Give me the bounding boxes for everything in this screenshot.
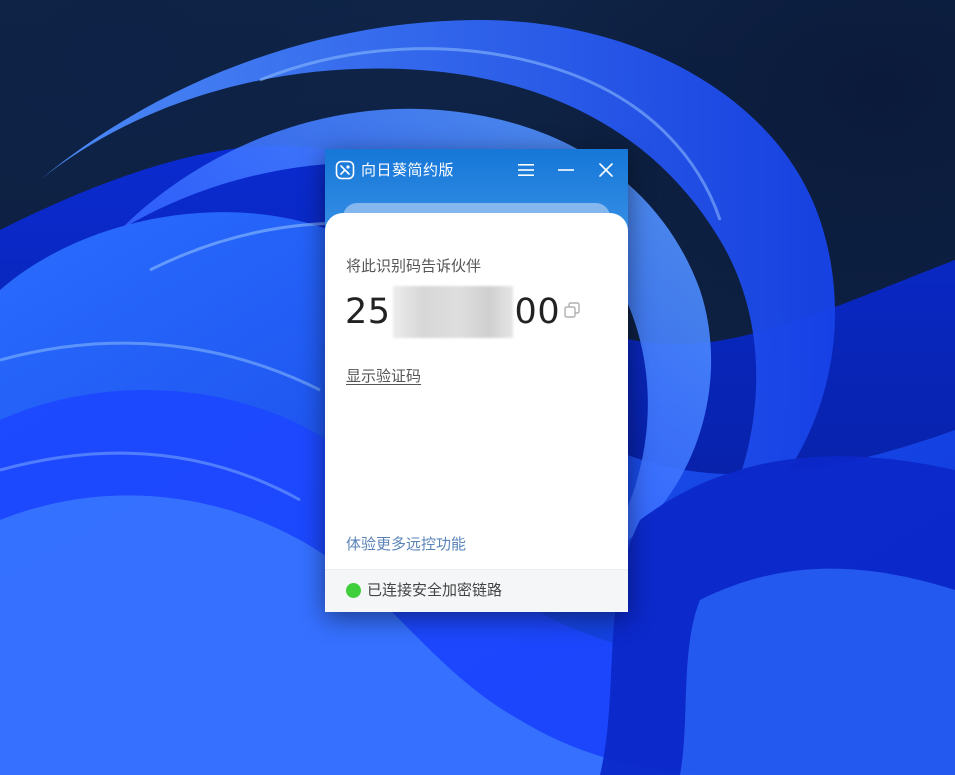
- id-suffix: 00: [514, 292, 561, 332]
- close-button[interactable]: [591, 157, 621, 183]
- identification-code: 25 00: [345, 286, 561, 338]
- show-verification-code-link[interactable]: 显示验证码: [346, 365, 421, 387]
- sunlogin-window: 向日葵简约版 将此识别码告诉伙伴 25 00 显示验证码 体验更多远控功能 已连…: [325, 149, 628, 612]
- copy-icon[interactable]: [563, 301, 581, 319]
- id-prefix: 25: [345, 292, 391, 332]
- menu-icon: [518, 164, 534, 176]
- status-bar: 已连接安全加密链路: [325, 569, 628, 612]
- id-label: 将此识别码告诉伙伴: [346, 257, 482, 275]
- redacted-id-digits: [392, 286, 513, 338]
- connection-status-text: 已连接安全加密链路: [367, 581, 503, 599]
- close-icon: [599, 163, 613, 177]
- minimize-button[interactable]: [551, 157, 581, 183]
- connection-status-icon: [346, 583, 361, 598]
- sunlogin-app-icon: [335, 160, 355, 180]
- more-remote-features-link[interactable]: 体验更多远控功能: [346, 533, 466, 555]
- menu-button[interactable]: [511, 157, 541, 183]
- window-title: 向日葵简约版: [361, 161, 455, 179]
- minimize-icon: [558, 169, 574, 171]
